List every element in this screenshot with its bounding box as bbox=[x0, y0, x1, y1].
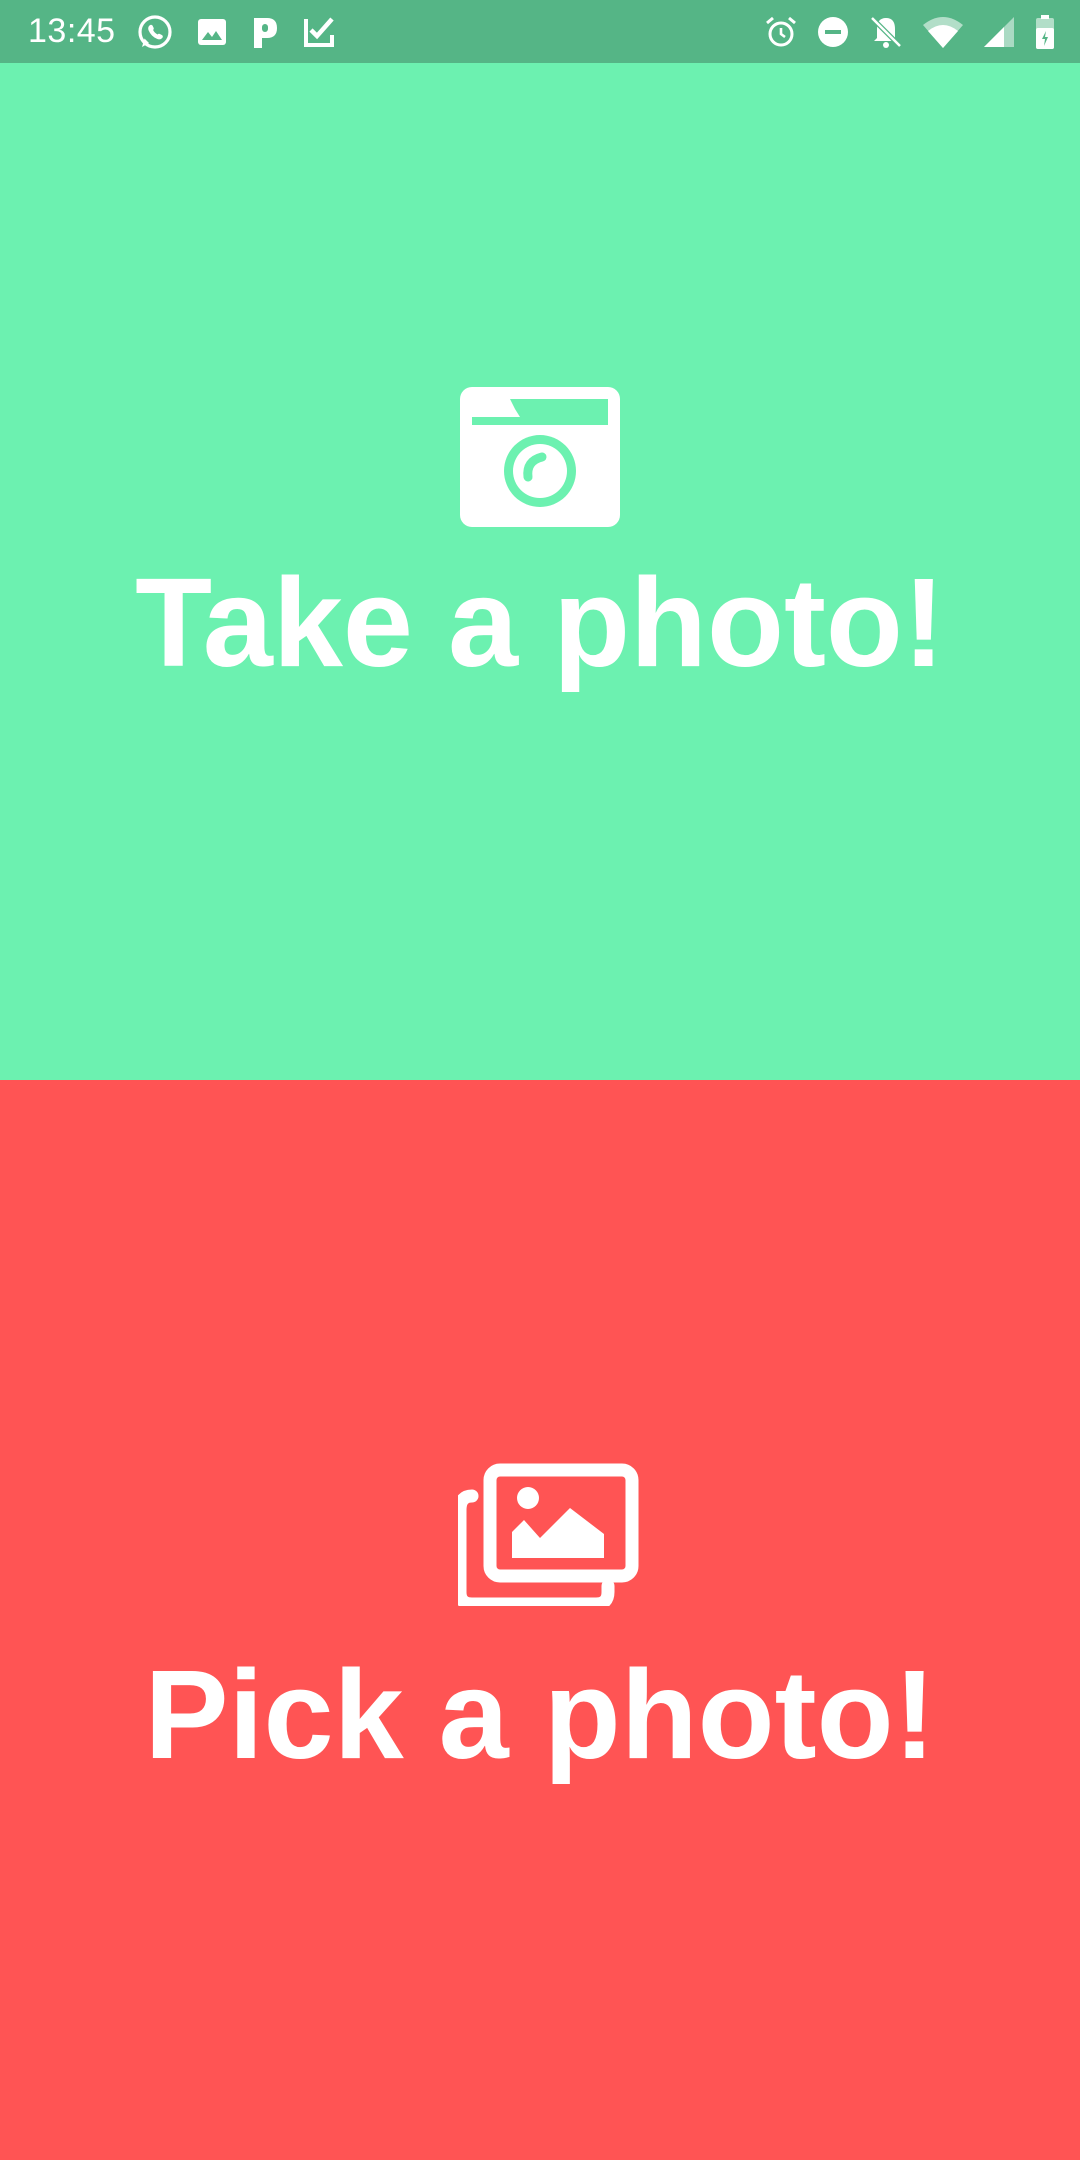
status-time: 13:45 bbox=[28, 12, 116, 50]
status-bar: 13:45 bbox=[0, 0, 1080, 63]
parking-app-icon bbox=[250, 14, 280, 50]
status-system-icons bbox=[746, 14, 1056, 50]
pick-photo-label: Pick a photo! bbox=[144, 1644, 936, 1785]
notifications-off-icon bbox=[868, 14, 904, 50]
battery-icon bbox=[1034, 14, 1056, 50]
pick-photo-button[interactable]: Pick a photo! bbox=[0, 1080, 1080, 2160]
whatsapp-icon bbox=[136, 13, 174, 51]
do-not-disturb-icon bbox=[816, 15, 850, 49]
checklist-app-icon bbox=[302, 15, 336, 49]
wifi-icon bbox=[922, 15, 964, 49]
photo-library-icon bbox=[458, 1462, 642, 1606]
image-notification-icon bbox=[196, 16, 228, 48]
alarm-icon bbox=[764, 15, 798, 49]
take-photo-label: Take a photo! bbox=[135, 552, 945, 693]
cellular-signal-icon bbox=[982, 15, 1016, 49]
status-notification-icons bbox=[136, 13, 358, 51]
take-photo-button[interactable]: Take a photo! bbox=[0, 63, 1080, 1080]
camera-icon bbox=[460, 387, 620, 527]
screen: 13:45 Take a photo! Pick a photo! bbox=[0, 0, 1080, 2160]
